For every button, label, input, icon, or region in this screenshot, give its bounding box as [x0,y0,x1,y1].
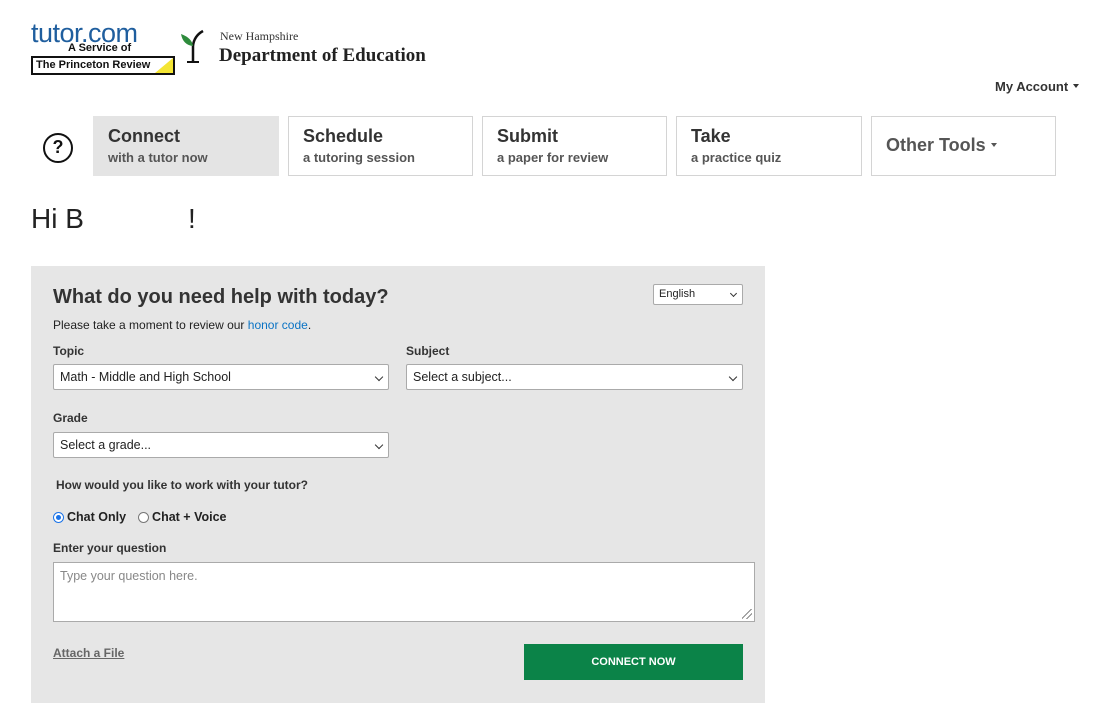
princeton-flag-icon [155,58,173,73]
chevron-down-icon [374,372,384,382]
question-textarea[interactable]: Type your question here. [53,562,755,622]
panel-title: What do you need help with today? [53,286,389,308]
princeton-review-badge: The Princeton Review [31,56,175,75]
tab-schedule[interactable]: Schedule a tutoring session [288,116,473,176]
tab-subtitle: a practice quiz [691,150,782,165]
topic-label: Topic [53,344,85,358]
page: tutor.com A Service of The Princeton Rev… [0,0,1110,703]
caret-down-icon [1073,84,1080,88]
princeton-review-text: The Princeton Review [36,59,151,71]
chat-voice-option[interactable]: Chat + Voice [138,510,227,524]
greeting-text: Hi B [31,203,84,234]
sprout-icon [181,29,204,63]
tab-subtitle: a paper for review [497,150,609,165]
work-mode-options: Chat Only Chat + Voice [53,510,239,524]
greeting: Hi B ! [31,203,196,235]
tab-subtitle: with a tutor now [108,150,208,165]
radio-button-checked[interactable] [53,511,64,523]
grade-select[interactable]: Select a grade... [53,432,389,458]
question-placeholder: Type your question here. [60,569,198,583]
intro-text: Please take a moment to review our [53,318,248,332]
tab-title: Take [691,126,731,146]
language-select[interactable]: English [653,284,743,305]
attach-file-link[interactable]: Attach a File [53,646,124,660]
topic-value: Math - Middle and High School [60,370,231,384]
greeting-suffix: ! [188,203,196,234]
resize-grip-icon[interactable] [742,609,752,619]
language-value: English [659,288,696,300]
my-account-label: My Account [995,79,1069,94]
caret-down-icon [990,143,997,147]
tab-subtitle: a tutoring session [303,150,415,165]
my-account-menu[interactable]: My Account [995,79,1080,94]
tutor-logo[interactable]: tutor.com A Service of The Princeton Rev… [31,18,177,76]
department-name: Department of Education [219,45,426,66]
grade-label: Grade [53,411,88,425]
honor-code-intro: Please take a moment to review our honor… [53,318,311,332]
tab-title: Submit [497,126,558,146]
help-request-panel: What do you need help with today? Englis… [31,266,765,703]
service-of-text: A Service of [68,42,132,54]
chat-only-label: Chat Only [67,510,127,524]
question-label: Enter your question [53,541,167,555]
subject-value: Select a subject... [413,370,512,384]
tab-take[interactable]: Take a practice quiz [676,116,862,176]
chevron-down-icon [729,289,738,298]
subject-label: Subject [406,344,450,358]
tab-title-text: Other Tools [886,135,986,155]
chevron-down-icon [374,440,384,450]
connect-now-button[interactable]: CONNECT NOW [524,644,743,680]
grade-value: Select a grade... [60,438,152,452]
tab-other-tools[interactable]: Other Tools [871,116,1056,176]
tab-connect[interactable]: Connect with a tutor now [93,116,279,176]
tab-title: Other Tools [886,135,1041,156]
radio-button[interactable] [138,511,150,523]
honor-code-link[interactable]: honor code [248,318,308,332]
question-circle-icon[interactable]: ? [43,133,73,163]
chevron-down-icon [728,372,738,382]
tab-title: Schedule [303,126,384,146]
chat-voice-label: Chat + Voice [152,510,227,524]
work-mode-label: How would you like to work with your tut… [56,478,308,492]
tab-submit[interactable]: Submit a paper for review [482,116,667,176]
state-name: New Hampshire [220,29,299,43]
topic-select[interactable]: Math - Middle and High School [53,364,389,390]
tab-title: Connect [108,126,180,146]
chat-only-option[interactable]: Chat Only [53,510,126,524]
subject-select[interactable]: Select a subject... [406,364,743,390]
intro-end: . [307,318,312,332]
